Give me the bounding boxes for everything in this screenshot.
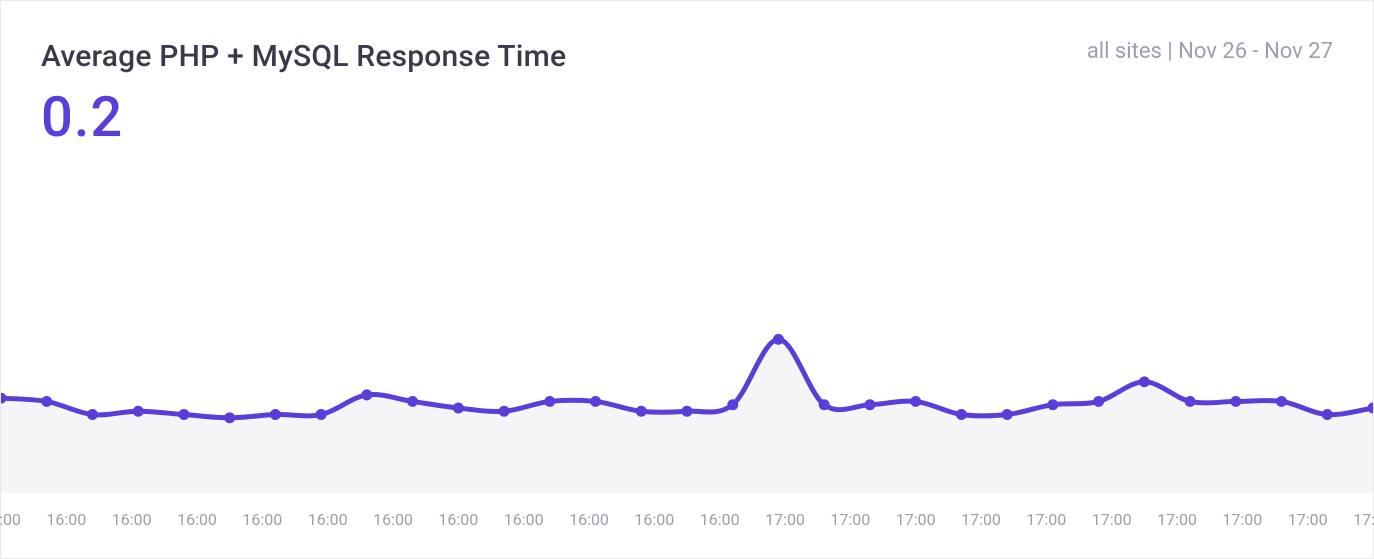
data-point[interactable]: [361, 389, 372, 400]
x-tick-label: 16:00: [373, 510, 413, 529]
data-point[interactable]: [773, 334, 784, 345]
data-point[interactable]: [178, 409, 189, 420]
data-point[interactable]: [636, 406, 647, 417]
chart-meta: all sites | Nov 26 - Nov 27: [1087, 39, 1333, 64]
x-tick-label: 16:00: [308, 510, 348, 529]
date-range: Nov 26 - Nov 27: [1178, 39, 1333, 64]
data-point[interactable]: [270, 409, 281, 420]
x-tick-label: 17:00: [896, 510, 936, 529]
x-tick-label: 16:00: [112, 510, 152, 529]
data-point[interactable]: [590, 396, 601, 407]
x-tick-label: 17:00: [830, 510, 870, 529]
x-tick-label: 16:00: [46, 510, 86, 529]
data-point[interactable]: [1185, 396, 1196, 407]
data-point[interactable]: [1139, 376, 1150, 387]
chart-title: Average PHP + MySQL Response Time: [41, 39, 566, 74]
data-point[interactable]: [224, 412, 235, 423]
data-point[interactable]: [453, 403, 464, 414]
data-point[interactable]: [87, 409, 98, 420]
data-point[interactable]: [407, 396, 418, 407]
data-point[interactable]: [1322, 409, 1333, 420]
data-point[interactable]: [133, 406, 144, 417]
data-point[interactable]: [544, 396, 555, 407]
data-point[interactable]: [499, 406, 510, 417]
x-tick-label: 17:00: [1222, 510, 1262, 529]
data-point[interactable]: [819, 399, 830, 410]
x-tick-label: 16:00: [700, 510, 740, 529]
data-point[interactable]: [727, 399, 738, 410]
data-point[interactable]: [41, 396, 52, 407]
data-point[interactable]: [1002, 409, 1013, 420]
chart-area: [1, 166, 1373, 493]
x-tick-label: 17:00: [1353, 510, 1374, 529]
x-tick-label: 17:00: [765, 510, 805, 529]
meta-separator: |: [1167, 39, 1178, 64]
data-point[interactable]: [1047, 399, 1058, 410]
data-point[interactable]: [910, 396, 921, 407]
data-point[interactable]: [1230, 396, 1241, 407]
x-tick-label: 17:00: [1288, 510, 1328, 529]
card-header: Average PHP + MySQL Response Time all si…: [1, 1, 1373, 74]
x-tick-label: 17:00: [1157, 510, 1197, 529]
x-tick-label: 16:00: [438, 510, 478, 529]
x-tick-label: 16:00: [634, 510, 674, 529]
chart-plot: 16:00 16:00 16:00 16:00 16:00 16:00 16:00 16:00…: [1, 166, 1373, 558]
data-point[interactable]: [1093, 396, 1104, 407]
data-point[interactable]: [316, 409, 327, 420]
scope-label: all sites: [1087, 39, 1162, 64]
x-tick-label: 17:00: [1092, 510, 1132, 529]
data-point[interactable]: [864, 399, 875, 410]
data-point[interactable]: [956, 409, 967, 420]
line-chart-svg: [1, 166, 1373, 493]
x-axis-labels: 16:00 16:00 16:00 16:00 16:00 16:00 16:00 16:00…: [1, 510, 1373, 540]
x-tick-label: 16:00: [177, 510, 217, 529]
response-time-card: Average PHP + MySQL Response Time all si…: [0, 0, 1374, 559]
data-point[interactable]: [1276, 396, 1287, 407]
x-tick-label: 17:00: [961, 510, 1001, 529]
x-tick-label: 17:00: [1026, 510, 1066, 529]
metric-value: 0.2: [1, 74, 1373, 150]
x-tick-label: 16:00: [569, 510, 609, 529]
x-tick-label: 16:00: [504, 510, 544, 529]
x-tick-label: 16:00: [0, 510, 21, 529]
data-point[interactable]: [682, 406, 693, 417]
x-tick-label: 16:00: [242, 510, 282, 529]
